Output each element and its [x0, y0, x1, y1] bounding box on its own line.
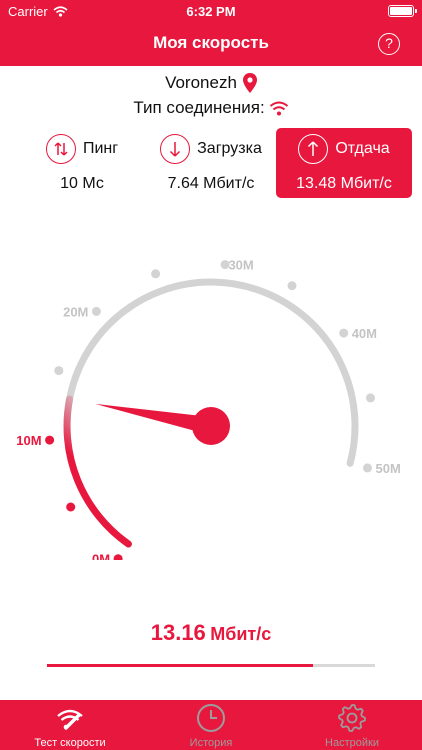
gear-icon [338, 704, 366, 732]
wifi-connection-icon [269, 101, 288, 115]
gauge-tick-dot [91, 306, 101, 316]
speed-readout: 13.16 Мбит/с [0, 620, 422, 646]
battery-icon [388, 5, 417, 17]
connection-row: Тип соединения: [0, 98, 422, 118]
ping-value: 10 Мс [60, 175, 104, 192]
download-metric[interactable]: Загрузка 7.64 Мбит/с [143, 128, 279, 198]
tab-settings-label: Настройки [325, 737, 379, 749]
location-pin-icon [242, 73, 257, 93]
gauge-tick-label: 0M [92, 552, 110, 560]
test-progress-bar [47, 664, 375, 667]
gauge-tick-label: 40M [352, 326, 377, 341]
status-bar: Carrier 6:32 PM [0, 0, 422, 22]
gauge-tick-dot [287, 281, 297, 291]
upload-label: Отдача [335, 140, 390, 157]
location-row: Voronezh [0, 73, 422, 93]
speedometer-icon [57, 709, 83, 730]
gauge-fill [63, 395, 132, 548]
download-label: Загрузка [197, 140, 262, 157]
gauge-tick-dot [151, 269, 161, 279]
status-time: 6:32 PM [186, 4, 236, 19]
tab-history[interactable]: История [151, 703, 271, 749]
gauge-tick-dot [363, 463, 372, 473]
ping-label: Пинг [82, 140, 119, 157]
connection-label: Тип соединения: [133, 98, 265, 117]
test-progress-fill [47, 664, 313, 667]
page-title: Моя скорость [153, 33, 269, 52]
download-icon [160, 134, 191, 164]
tab-history-label: История [189, 737, 233, 749]
city-name: Voronezh [165, 73, 237, 92]
gauge-tick-dot [66, 502, 76, 512]
clock-icon [197, 704, 225, 732]
gauge-tick-dot [45, 435, 55, 445]
download-value: 7.64 Мбит/с [167, 175, 255, 192]
upload-value: 13.48 Мбит/с [296, 175, 392, 192]
gauge-tick-label: 30M [228, 258, 253, 273]
gauge-tick-label: 50M [376, 461, 401, 476]
tab-bar: Тест скорости История Настройки [0, 700, 422, 750]
gauge-tick-dot [366, 393, 375, 403]
upload-icon [298, 134, 329, 164]
speed-gauge: 0M 10M 20M 30M 40M 50M [16, 258, 401, 560]
needle-hub [192, 407, 230, 445]
gauge-tick-dot [54, 366, 64, 376]
app-header: Carrier 6:32 PM Моя скорость ? [0, 0, 422, 66]
tab-speed-test[interactable]: Тест скорости [10, 703, 130, 749]
gauge-tick-label: 20M [63, 304, 88, 319]
tab-speed-test-label: Тест скорости [34, 737, 106, 749]
upload-metric[interactable]: Отдача 13.48 Мбит/с [276, 128, 412, 198]
help-button[interactable]: ? [378, 33, 400, 55]
gauge-tick-dot [339, 328, 349, 338]
gauge-tick-label: 10M [16, 433, 41, 448]
speed-unit: Мбит/с [210, 624, 272, 644]
ping-metric[interactable]: Пинг 10 Мс [14, 128, 150, 198]
gauge-tick-dot [113, 554, 123, 560]
ping-icon [45, 134, 76, 164]
tab-settings[interactable]: Настройки [292, 703, 412, 749]
speed-value: 13.16 [150, 620, 206, 645]
